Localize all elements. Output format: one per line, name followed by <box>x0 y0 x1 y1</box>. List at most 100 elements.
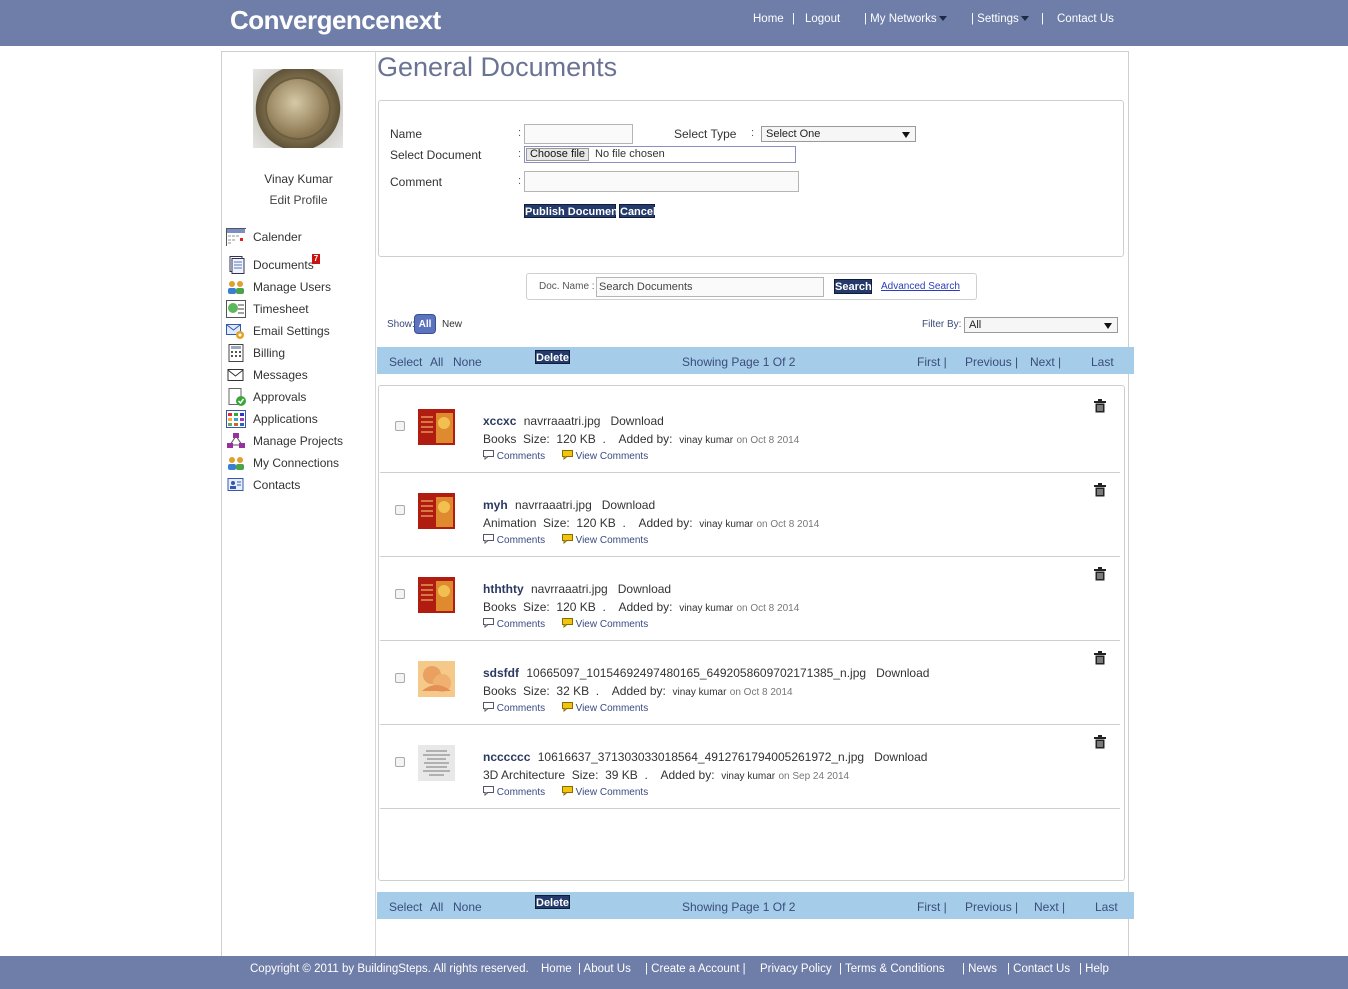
file-input[interactable]: Choose file No file chosen <box>524 146 796 163</box>
footer-home-link[interactable]: Home <box>541 963 572 975</box>
view-comments-link[interactable]: View Comments <box>576 619 649 630</box>
row-checkbox[interactable] <box>395 673 405 683</box>
nav-logout[interactable]: Logout <box>805 13 840 25</box>
previous-page-link[interactable]: Previous | <box>965 355 1018 369</box>
row-checkbox[interactable] <box>395 589 405 599</box>
uploader-name: vinay kumar <box>679 603 734 614</box>
nav-home[interactable]: Home <box>753 13 784 25</box>
view-comments-link[interactable]: View Comments <box>576 535 649 546</box>
comments-link[interactable]: Comments <box>497 787 545 798</box>
sidebar-item-billing[interactable]: Billing <box>223 343 373 365</box>
sidebar-item-manage-users[interactable]: Manage Users <box>223 277 373 299</box>
sidebar-item-contacts[interactable]: Contacts <box>223 475 373 497</box>
delete-button[interactable]: Delete <box>535 350 570 364</box>
added-by-label: Added by: <box>638 516 693 530</box>
footer-terms-link[interactable]: | Terms & Conditions <box>839 963 945 975</box>
document-thumbnail[interactable] <box>418 661 455 697</box>
document-type: Books <box>483 600 517 614</box>
first-page-link[interactable]: First | <box>917 355 947 369</box>
comments-link[interactable]: Comments <box>497 535 545 546</box>
upload-date: on Oct 8 2014 <box>736 435 800 446</box>
choose-file-button[interactable]: Choose file <box>526 148 589 161</box>
download-link[interactable]: Download <box>618 582 671 596</box>
comments-link[interactable]: Comments <box>497 619 545 630</box>
trash-icon[interactable] <box>1094 399 1106 413</box>
download-link[interactable]: Download <box>874 750 927 764</box>
document-thumbnail[interactable] <box>418 577 455 613</box>
footer-privacy-link[interactable]: Privacy Policy <box>760 963 832 975</box>
nav-settings[interactable]: | Settings <box>971 13 1029 25</box>
view-comments-link[interactable]: View Comments <box>576 787 649 798</box>
pager-bottom: Select All None Delete Showing Page 1 Of… <box>377 892 1134 919</box>
view-comments-link[interactable]: View Comments <box>576 451 649 462</box>
trash-icon[interactable] <box>1094 735 1106 749</box>
name-input[interactable] <box>524 124 633 144</box>
document-title[interactable]: xccxc <box>483 414 516 428</box>
nav-contact-us[interactable]: Contact Us <box>1057 13 1114 25</box>
footer-news-link[interactable]: | News <box>962 963 997 975</box>
delete-button[interactable]: Delete <box>535 895 570 909</box>
sidebar-item-manage-projects[interactable]: Manage Projects <box>223 431 373 453</box>
filter-dropdown[interactable]: All <box>964 317 1118 333</box>
first-page-link[interactable]: First | <box>917 900 947 914</box>
trash-icon[interactable] <box>1094 567 1106 581</box>
trash-icon[interactable] <box>1094 651 1106 665</box>
edit-profile-link[interactable]: Edit Profile <box>222 193 375 207</box>
select-none-link[interactable]: None <box>453 900 482 914</box>
sidebar-item-applications[interactable]: Applications <box>223 409 373 431</box>
sidebar-item-messages[interactable]: Messages <box>223 365 373 387</box>
comments-link[interactable]: Comments <box>497 451 545 462</box>
document-title[interactable]: sdsfdf <box>483 666 519 680</box>
added-by-label: Added by: <box>611 684 666 698</box>
download-link[interactable]: Download <box>610 414 663 428</box>
previous-page-link[interactable]: Previous | <box>965 900 1018 914</box>
sidebar-item-email-settings[interactable]: Email Settings <box>223 321 373 343</box>
search-button[interactable]: Search <box>834 279 872 294</box>
document-title[interactable]: myh <box>483 498 508 512</box>
sidebar-item-timesheet[interactable]: Timesheet <box>223 299 373 321</box>
next-page-link[interactable]: Next | <box>1034 900 1065 914</box>
comment-textarea[interactable] <box>524 171 799 192</box>
publish-document-button[interactable]: Publish Document <box>524 204 622 218</box>
sidebar-item-calender[interactable]: Calender <box>223 227 373 249</box>
comments-link[interactable]: Comments <box>497 703 545 714</box>
document-type: Books <box>483 684 517 698</box>
sidebar-item-label: Contacts <box>253 478 301 492</box>
footer-create-account-link[interactable]: | Create a Account | <box>645 963 746 975</box>
document-title[interactable]: hththty <box>483 582 524 596</box>
document-thumbnail[interactable] <box>418 493 455 529</box>
advanced-search-link[interactable]: Advanced Search <box>881 281 960 292</box>
nav-my-networks[interactable]: | My Networks <box>864 13 947 25</box>
document-thumbnail[interactable] <box>418 409 455 445</box>
trash-icon[interactable] <box>1094 483 1106 497</box>
sidebar-item-my-connections[interactable]: My Connections <box>223 453 373 475</box>
last-page-link[interactable]: Last <box>1095 900 1118 914</box>
select-all-link[interactable]: All <box>430 355 443 369</box>
show-new-button[interactable]: New <box>442 319 462 330</box>
row-checkbox[interactable] <box>395 421 405 431</box>
last-page-link[interactable]: Last <box>1091 355 1114 369</box>
download-link[interactable]: Download <box>876 666 929 680</box>
sidebar-item-documents[interactable]: Documents 7 <box>223 254 373 277</box>
select-all-link[interactable]: All <box>430 900 443 914</box>
footer-help-link[interactable]: | Help <box>1079 963 1109 975</box>
document-thumbnail[interactable] <box>418 745 455 781</box>
search-input[interactable]: Search Documents <box>596 277 824 297</box>
row-checkbox[interactable] <box>395 757 405 767</box>
footer-contact-link[interactable]: | Contact Us <box>1007 963 1070 975</box>
sidebar-item-approvals[interactable]: Approvals <box>223 387 373 409</box>
select-type-dropdown[interactable]: Select One <box>761 126 916 142</box>
footer: Copyright © 2011 by BuildingSteps. All r… <box>0 956 1348 989</box>
row-checkbox[interactable] <box>395 505 405 515</box>
show-all-button[interactable]: All <box>414 314 436 334</box>
download-link[interactable]: Download <box>602 498 655 512</box>
document-title[interactable]: ncccccc <box>483 750 530 764</box>
next-page-link[interactable]: Next | <box>1030 355 1061 369</box>
footer-about-link[interactable]: | About Us <box>578 963 631 975</box>
avatar[interactable] <box>253 69 343 148</box>
sidebar-item-label: Manage Projects <box>253 434 344 448</box>
cancel-button[interactable]: Cancel <box>619 204 656 218</box>
view-comments-link[interactable]: View Comments <box>576 703 649 714</box>
select-none-link[interactable]: None <box>453 355 482 369</box>
brand-logo[interactable]: Convergencenext <box>230 5 441 36</box>
